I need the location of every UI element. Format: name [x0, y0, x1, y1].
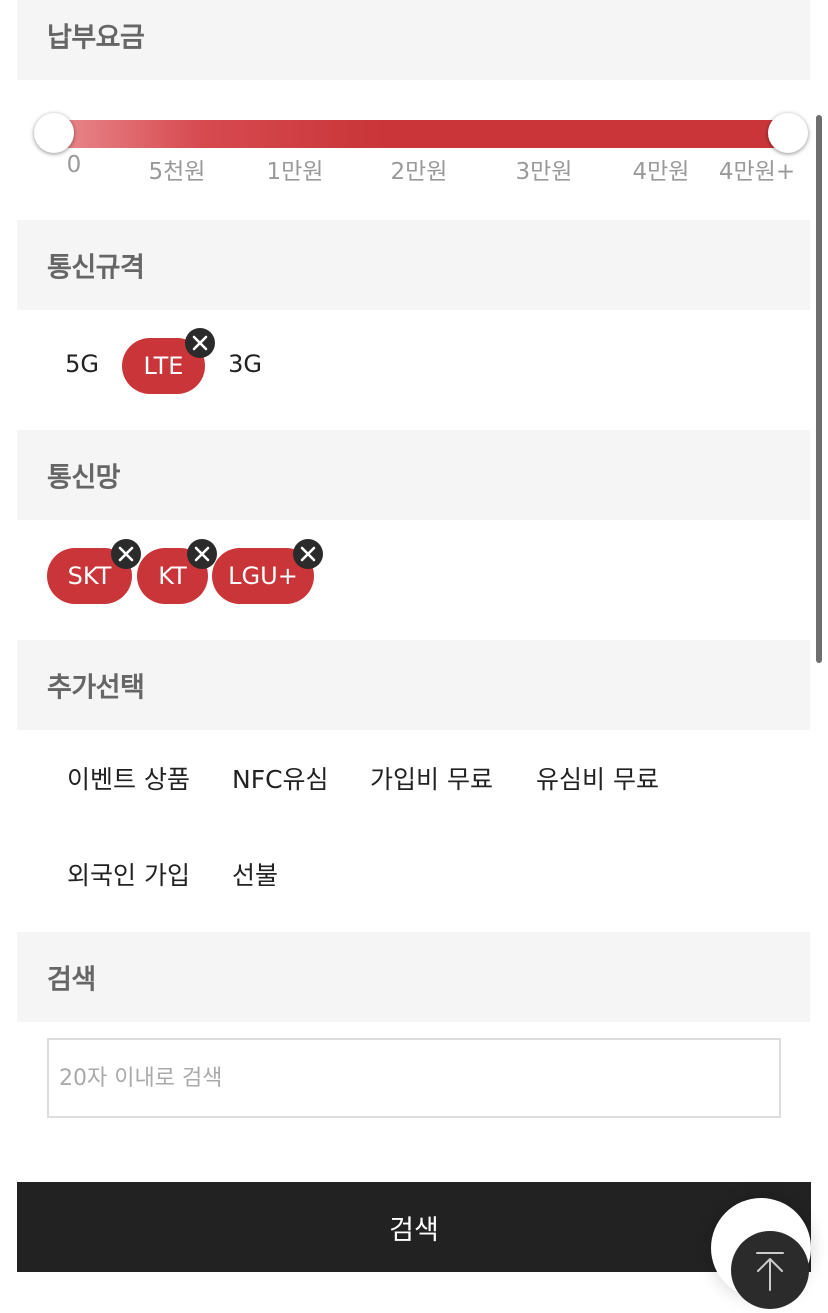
section-header-network-standard: 통신규격 — [17, 220, 810, 310]
slider-tick-label: 5천원 — [148, 159, 206, 185]
slider-tick-label: 3만원 — [515, 159, 573, 185]
chip-label: KT — [158, 562, 187, 590]
option-nfc-usim[interactable]: NFC유심 — [232, 760, 329, 796]
chip-label: LGU+ — [228, 562, 298, 590]
scroll-top-button[interactable] — [731, 1231, 809, 1309]
option-prepaid[interactable]: 선불 — [232, 856, 278, 892]
option-event-product[interactable]: 이벤트 상품 — [67, 760, 190, 796]
section-header-fee: 납부요금 — [17, 0, 810, 80]
close-circle-icon[interactable] — [111, 539, 141, 569]
option-label: 유심비 무료 — [536, 765, 659, 794]
close-circle-icon[interactable] — [293, 539, 323, 569]
option-free-signup[interactable]: 가입비 무료 — [370, 760, 493, 796]
section-header-search: 검색 — [17, 932, 810, 1022]
scrollbar[interactable] — [816, 115, 822, 663]
slider-handle-min[interactable] — [34, 113, 74, 153]
slider-tick-label: 4만원+ — [718, 159, 796, 185]
option-foreigner-signup[interactable]: 외국인 가입 — [67, 856, 190, 892]
option-label: NFC유심 — [232, 765, 329, 794]
section-title-carrier: 통신망 — [47, 462, 121, 494]
section-header-carrier: 통신망 — [17, 430, 810, 520]
slider-handle-max[interactable] — [768, 113, 808, 153]
chip-label: 5G — [65, 350, 99, 378]
slider-tick-label: 4만원 — [632, 159, 690, 185]
chip-label: LTE — [143, 352, 184, 380]
search-button-label: 검색 — [389, 1214, 439, 1246]
slider-track[interactable] — [54, 120, 788, 148]
option-label: 가입비 무료 — [370, 765, 493, 794]
slider-tick-label: 1만원 — [266, 159, 324, 185]
section-title-extras: 추가선택 — [47, 672, 145, 704]
option-label: 선불 — [232, 861, 279, 890]
close-circle-icon[interactable] — [185, 328, 215, 358]
option-label: 이벤트 상품 — [67, 765, 190, 794]
section-header-extras: 추가선택 — [17, 640, 810, 730]
section-title-search: 검색 — [47, 964, 96, 996]
section-title-fee: 납부요금 — [47, 22, 145, 54]
arrow-up-icon — [756, 1252, 784, 1291]
close-circle-icon[interactable] — [187, 539, 217, 569]
slider-tick-label: 2만원 — [390, 159, 448, 185]
search-input[interactable] — [47, 1038, 781, 1118]
option-label: 외국인 가입 — [67, 861, 190, 890]
chip-label: SKT — [67, 562, 112, 590]
chip-3g[interactable]: 3G — [210, 336, 280, 392]
search-button[interactable]: 검색 — [17, 1182, 811, 1272]
chip-label: 3G — [228, 350, 262, 378]
option-free-usim[interactable]: 유심비 무료 — [536, 760, 659, 796]
chip-5g[interactable]: 5G — [47, 336, 117, 392]
slider-tick-label: 0 — [66, 152, 82, 178]
section-title-network-standard: 통신규격 — [47, 252, 145, 284]
